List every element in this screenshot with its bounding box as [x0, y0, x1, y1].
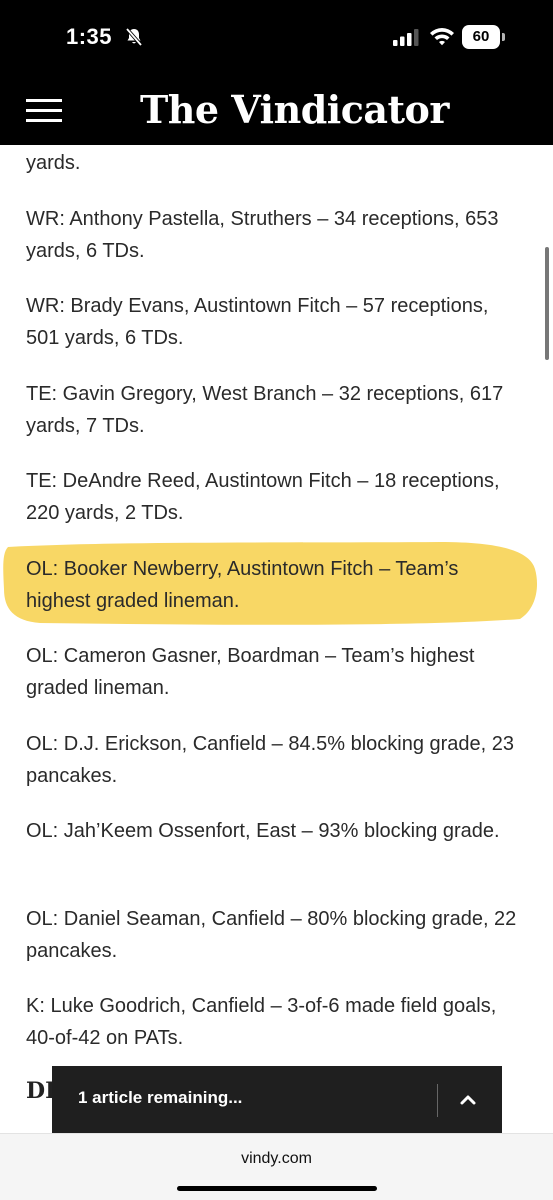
masthead: The Vindicator [0, 75, 553, 145]
cellular-signal-icon [393, 29, 419, 46]
article-paragraph: TE: DeAndre Reed, Austintown Fitch – 18 … [26, 470, 500, 524]
site-logo[interactable]: The Vindicator [140, 85, 449, 135]
scrollbar-thumb[interactable] [545, 247, 549, 360]
hamburger-menu-icon[interactable] [26, 99, 62, 123]
home-indicator[interactable] [177, 1186, 377, 1191]
banner-divider [437, 1084, 438, 1117]
article-paragraph-highlighted: OL: Booker Newberry, Austintown Fitch – … [26, 558, 459, 612]
article-paragraph: OL: Daniel Seaman, Canfield – 80% blocki… [26, 908, 517, 962]
article-paragraph: OL: D.J. Erickson, Canfield – 84.5% bloc… [26, 733, 515, 787]
wifi-icon [430, 28, 454, 46]
chevron-up-icon[interactable] [456, 1088, 480, 1112]
battery-indicator: 60 [462, 25, 506, 49]
battery-level: 60 [462, 25, 500, 49]
article-paragraph: OL: Jah’Keem Ossenfort, East – 93% block… [26, 820, 500, 842]
url-domain[interactable]: vindy.com [0, 1150, 553, 1168]
status-time: 1:35 [66, 24, 113, 49]
article-paragraph: WR: Brady Evans, Austintown Fitch – 57 r… [26, 295, 489, 349]
battery-cap [502, 33, 505, 41]
articles-remaining-text: 1 article remaining... [78, 1088, 243, 1107]
article-paragraph: WR: Anthony Pastella, Struthers – 34 rec… [26, 208, 499, 262]
article-paragraph: K: Luke Goodrich, Canfield – 3-of-6 made… [26, 995, 497, 1049]
status-bar: 1:35 60 [0, 0, 553, 75]
article-paragraph: OL: Cameron Gasner, Boardman – Team’s hi… [26, 645, 475, 699]
browser-address-bar[interactable]: vindy.com [0, 1133, 553, 1200]
article-paragraph: yards. [26, 152, 81, 174]
article-paragraph: TE: Gavin Gregory, West Branch – 32 rece… [26, 383, 504, 437]
article-meter-banner[interactable]: 1 article remaining... [52, 1066, 502, 1133]
bell-muted-icon [125, 27, 143, 47]
